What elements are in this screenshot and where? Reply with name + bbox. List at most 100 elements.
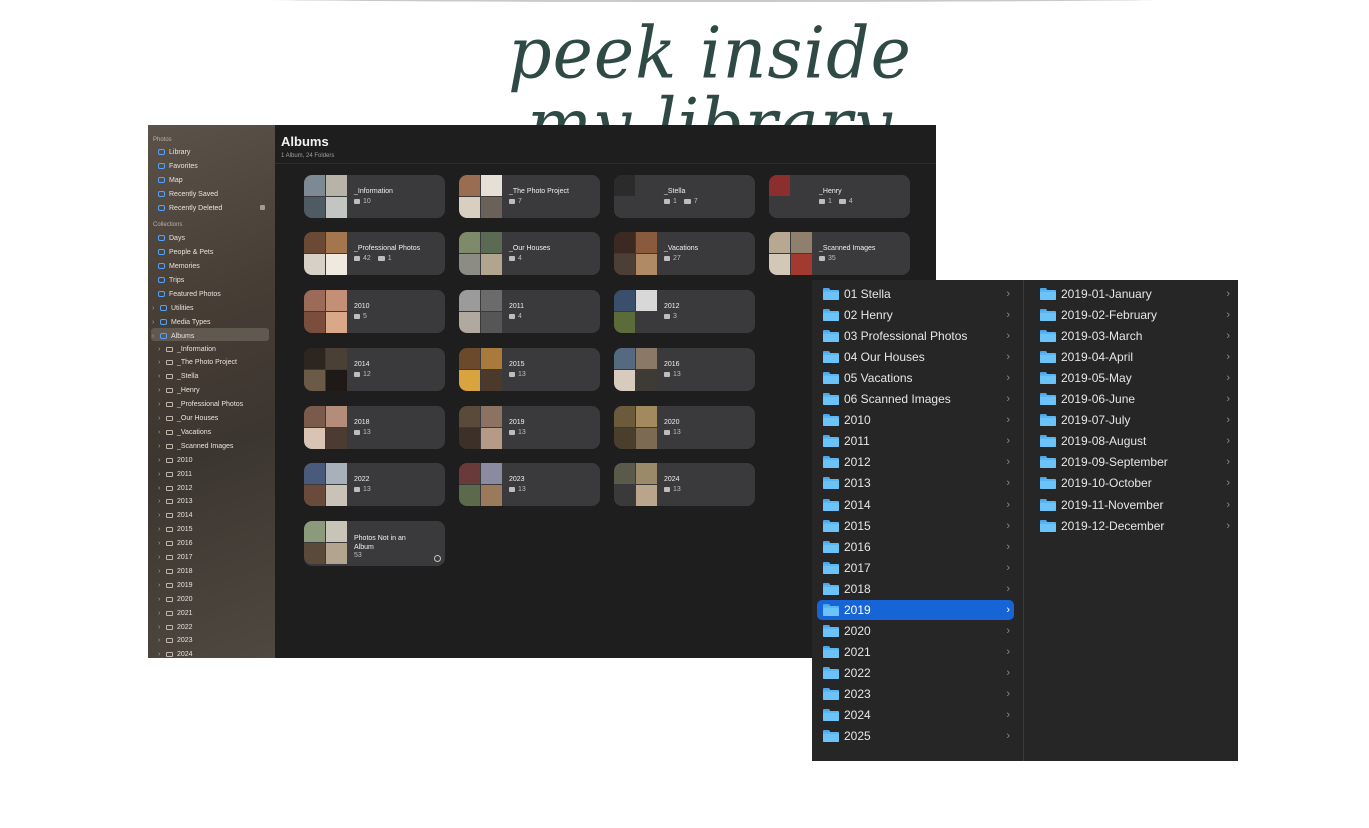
chevron-right-icon[interactable]: › (158, 359, 162, 366)
finder-folder-row[interactable]: 2024 › (817, 705, 1014, 725)
finder-folder-row[interactable]: 2019-07-July › (1034, 410, 1234, 430)
chevron-right-icon[interactable]: › (158, 568, 162, 575)
sidebar-item[interactable]: Memories (158, 260, 200, 272)
chevron-right-icon[interactable]: › (158, 624, 162, 631)
finder-folder-row[interactable]: 2022 › (817, 663, 1014, 683)
finder-folder-row[interactable]: 2019-01-January › (1034, 284, 1234, 304)
sidebar-item[interactable]: › 2019 (158, 579, 193, 591)
sidebar-item[interactable]: Days (158, 232, 185, 244)
sidebar-item[interactable]: › 2014 (158, 510, 193, 522)
chevron-right-icon[interactable]: › (152, 319, 156, 326)
sidebar-item[interactable]: › 2013 (158, 496, 193, 508)
album-card[interactable]: _Information 10 (304, 175, 445, 218)
album-card[interactable]: _The Photo Project 7 (459, 175, 600, 218)
finder-folder-row[interactable]: 2019-03-March › (1034, 326, 1234, 346)
sidebar-item[interactable]: › Albums (152, 330, 194, 342)
sidebar-item[interactable]: › Utilities (152, 302, 194, 314)
chevron-right-icon[interactable]: › (158, 401, 162, 408)
sidebar-item[interactable]: › 2015 (158, 524, 193, 536)
chevron-right-icon[interactable]: › (158, 596, 162, 603)
finder-folder-row[interactable]: 2019-10-October › (1034, 473, 1234, 493)
sidebar-item[interactable]: › _Information (158, 343, 216, 355)
chevron-right-icon[interactable]: › (152, 333, 156, 340)
chevron-right-icon[interactable]: › (158, 387, 162, 394)
album-card[interactable]: 2023 13 (459, 463, 600, 506)
album-card[interactable]: 2010 5 (304, 290, 445, 333)
chevron-right-icon[interactable]: › (158, 471, 162, 478)
chevron-right-icon[interactable]: › (158, 415, 162, 422)
sidebar-item[interactable]: › 2016 (158, 538, 193, 550)
photos-not-in-album-card[interactable]: Photos Not in an Album 53 (304, 521, 445, 566)
sidebar-item[interactable]: › 2022 (158, 621, 193, 633)
finder-folder-row[interactable]: 2023 › (817, 684, 1014, 704)
chevron-right-icon[interactable]: › (152, 305, 156, 312)
sidebar-item[interactable]: › 2012 (158, 482, 193, 494)
sidebar-item[interactable]: › 2024 (158, 649, 193, 658)
finder-folder-row[interactable]: 2017 › (817, 558, 1014, 578)
album-card[interactable]: 2024 13 (614, 463, 755, 506)
finder-folder-row[interactable]: 2025 › (817, 726, 1014, 746)
album-card[interactable]: 2011 4 (459, 290, 600, 333)
album-card[interactable]: 2012 3 (614, 290, 755, 333)
album-card[interactable]: 2019 13 (459, 406, 600, 449)
finder-folder-row[interactable]: 01 Stella › (817, 284, 1014, 304)
finder-folder-row[interactable]: 06 Scanned Images › (817, 389, 1014, 409)
sidebar-item[interactable]: Recently Saved (158, 188, 218, 200)
sidebar-item[interactable]: › _Stella (158, 371, 198, 383)
chevron-right-icon[interactable]: › (158, 346, 162, 353)
finder-folder-row[interactable]: 2013 › (817, 473, 1014, 493)
finder-folder-row[interactable]: 2014 › (817, 495, 1014, 515)
chevron-right-icon[interactable]: › (158, 554, 162, 561)
chevron-right-icon[interactable]: › (158, 582, 162, 589)
sidebar-item[interactable]: Trips (158, 274, 184, 286)
sidebar-item[interactable]: › _Henry (158, 385, 200, 397)
album-card[interactable]: _Stella 1 7 (614, 175, 755, 218)
finder-folder-row[interactable]: 2021 › (817, 642, 1014, 662)
sidebar-item[interactable]: › 2017 (158, 552, 193, 564)
album-card[interactable]: 2014 12 (304, 348, 445, 391)
finder-folder-row[interactable]: 2011 › (817, 431, 1014, 451)
album-card[interactable]: 2022 13 (304, 463, 445, 506)
chevron-right-icon[interactable]: › (158, 651, 162, 658)
album-card[interactable]: _Henry 1 4 (769, 175, 910, 218)
sidebar-item[interactable]: People & Pets (158, 246, 213, 258)
sidebar-item[interactable]: › 2021 (158, 607, 193, 619)
sidebar-item[interactable]: Library (158, 146, 190, 158)
finder-folder-row[interactable]: 2010 › (817, 410, 1014, 430)
finder-folder-row[interactable]: 2019 › (817, 599, 1014, 620)
sidebar-item[interactable]: › 2011 (158, 468, 192, 480)
sidebar-item[interactable]: Map (158, 174, 183, 186)
finder-folder-row[interactable]: 2019-02-February › (1034, 305, 1234, 325)
finder-folder-row[interactable]: 2019-06-June › (1034, 389, 1234, 409)
chevron-right-icon[interactable]: › (158, 637, 162, 644)
finder-folder-row[interactable]: 2016 › (817, 537, 1014, 557)
album-card[interactable]: 2020 13 (614, 406, 755, 449)
sidebar-item[interactable]: › _Vacations (158, 426, 211, 438)
chevron-right-icon[interactable]: › (158, 498, 162, 505)
chevron-right-icon[interactable]: › (158, 457, 162, 464)
finder-folder-row[interactable]: 2019-11-November › (1034, 495, 1234, 515)
sidebar-item[interactable]: Recently Deleted (158, 202, 222, 214)
finder-folder-row[interactable]: 2012 › (817, 452, 1014, 472)
chevron-right-icon[interactable]: › (158, 373, 162, 380)
sidebar-item[interactable]: › Media Types (152, 316, 211, 328)
finder-folder-row[interactable]: 2020 › (817, 621, 1014, 641)
finder-folder-row[interactable]: 2019-04-April › (1034, 347, 1234, 367)
album-card[interactable]: _Professional Photos 42 1 (304, 232, 445, 275)
chevron-right-icon[interactable]: › (158, 526, 162, 533)
sidebar-item[interactable]: Featured Photos (158, 288, 221, 300)
sidebar-item[interactable]: › 2018 (158, 565, 193, 577)
album-card[interactable]: 2015 13 (459, 348, 600, 391)
finder-column-2[interactable]: 2019-01-January › 2019-02-February › 2019-03… (1024, 280, 1238, 761)
sidebar-item[interactable]: › 2023 (158, 635, 193, 647)
sidebar-item[interactable]: › _Scanned Images (158, 440, 233, 452)
album-card[interactable]: _Our Houses 4 (459, 232, 600, 275)
finder-column-1[interactable]: 01 Stella › 02 Henry › 03 Professional Photo… (812, 280, 1022, 761)
chevron-right-icon[interactable]: › (158, 443, 162, 450)
sidebar-item[interactable]: › _The Photo Project (158, 357, 237, 369)
chevron-right-icon[interactable]: › (158, 540, 162, 547)
sidebar-item[interactable]: Favorites (158, 160, 198, 172)
sidebar-item[interactable]: › _Professional Photos (158, 399, 243, 411)
finder-folder-row[interactable]: 05 Vacations › (817, 368, 1014, 388)
finder-folder-row[interactable]: 2019-09-September › (1034, 452, 1234, 472)
